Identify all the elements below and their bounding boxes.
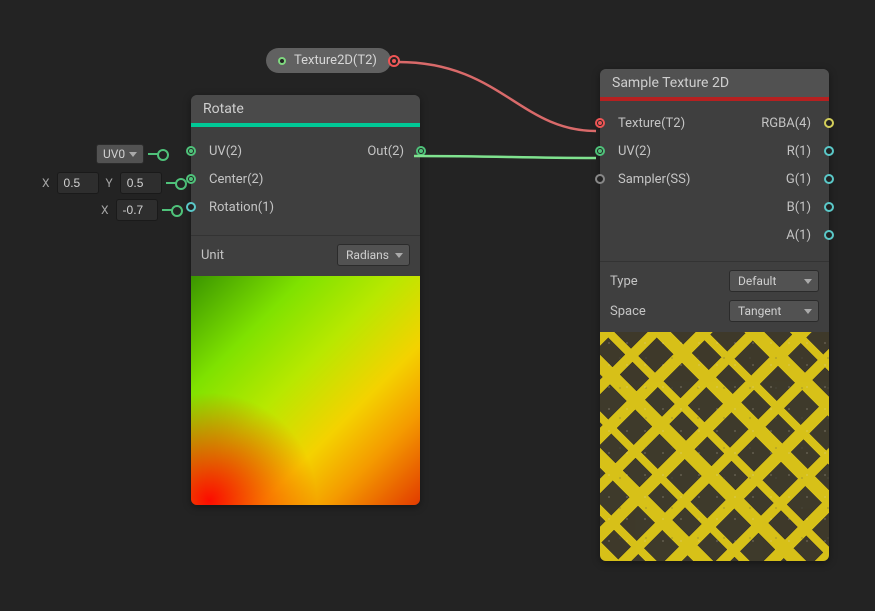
type-dropdown[interactable]: Default bbox=[729, 270, 819, 292]
property-pill-label: Texture2D(T2) bbox=[294, 53, 377, 68]
port-in-icon[interactable] bbox=[186, 202, 196, 212]
port-label: Center(2) bbox=[209, 172, 263, 187]
port-uv: UV(2) bbox=[191, 137, 306, 165]
center-y-input[interactable] bbox=[120, 172, 162, 194]
port-in-icon[interactable] bbox=[186, 174, 196, 184]
rotate-node-title[interactable]: Rotate bbox=[191, 95, 420, 123]
port-rgba: RGBA(4) bbox=[710, 109, 829, 137]
slot-connector-icon bbox=[148, 153, 162, 155]
port-out-icon[interactable] bbox=[824, 146, 834, 156]
port-label: Texture(T2) bbox=[618, 116, 685, 131]
rotation-slot: X bbox=[98, 199, 176, 221]
port-texture: Texture(T2) bbox=[600, 109, 710, 137]
slot-connector-icon bbox=[166, 182, 180, 184]
space-dropdown[interactable]: Tangent bbox=[729, 300, 819, 322]
port-center: Center(2) bbox=[191, 165, 306, 193]
unit-dropdown[interactable]: Radians bbox=[337, 244, 410, 266]
rotate-node[interactable]: Rotate UV(2) Center(2) Rotation(1) Out(2… bbox=[191, 95, 420, 505]
center-x-input[interactable] bbox=[57, 172, 99, 194]
sample-preview bbox=[600, 332, 829, 561]
port-out-icon[interactable] bbox=[824, 230, 834, 240]
slot-connector-icon bbox=[162, 209, 176, 211]
port-label: Out(2) bbox=[367, 144, 404, 159]
port-out: Out(2) bbox=[306, 137, 421, 165]
space-label: Space bbox=[610, 304, 646, 319]
port-label: R(1) bbox=[787, 144, 811, 159]
port-out-icon[interactable] bbox=[824, 118, 834, 128]
port-g: G(1) bbox=[710, 165, 829, 193]
port-label: RGBA(4) bbox=[761, 116, 811, 131]
port-in-icon[interactable] bbox=[595, 174, 605, 184]
port-label: UV(2) bbox=[618, 144, 651, 159]
uv-channel-dropdown[interactable]: UV0 bbox=[96, 144, 144, 164]
sample-node-title[interactable]: Sample Texture 2D bbox=[600, 69, 829, 97]
x-label: X bbox=[39, 176, 53, 190]
port-in-icon[interactable] bbox=[186, 146, 196, 156]
port-label: Rotation(1) bbox=[209, 200, 274, 215]
port-label: A(1) bbox=[786, 228, 811, 243]
center-xy-slot: X Y bbox=[39, 172, 180, 194]
port-r: R(1) bbox=[710, 137, 829, 165]
port-out-texture2d[interactable] bbox=[388, 55, 400, 67]
unit-label: Unit bbox=[201, 248, 224, 263]
property-pill-texture2d[interactable]: Texture2D(T2) bbox=[266, 48, 391, 73]
type-row: Type Default bbox=[600, 261, 829, 300]
port-out-icon[interactable] bbox=[824, 174, 834, 184]
port-label: Sampler(SS) bbox=[618, 172, 690, 187]
port-rotation: Rotation(1) bbox=[191, 193, 306, 221]
sample-texture-2d-node[interactable]: Sample Texture 2D Texture(T2) UV(2) Samp… bbox=[600, 69, 829, 561]
sample-ports: Texture(T2) UV(2) Sampler(SS) RGBA(4) R(… bbox=[600, 101, 829, 261]
port-label: UV(2) bbox=[209, 144, 242, 159]
port-sampler: Sampler(SS) bbox=[600, 165, 710, 193]
port-out-icon[interactable] bbox=[824, 202, 834, 212]
port-uv: UV(2) bbox=[600, 137, 710, 165]
port-label: B(1) bbox=[787, 200, 811, 215]
uv-channel-slot: UV0 bbox=[96, 144, 162, 164]
rotate-preview bbox=[191, 276, 420, 505]
port-a: A(1) bbox=[710, 221, 829, 249]
unit-row: Unit Radians bbox=[191, 235, 420, 274]
port-in-icon bbox=[278, 57, 286, 65]
rotation-input[interactable] bbox=[116, 199, 158, 221]
port-in-icon[interactable] bbox=[595, 146, 605, 156]
space-row: Space Tangent bbox=[600, 300, 829, 330]
port-b: B(1) bbox=[710, 193, 829, 221]
port-out-icon[interactable] bbox=[416, 146, 426, 156]
type-label: Type bbox=[610, 274, 638, 289]
x-label: X bbox=[98, 203, 112, 217]
port-in-icon[interactable] bbox=[595, 118, 605, 128]
rotate-ports: UV(2) Center(2) Rotation(1) Out(2) bbox=[191, 127, 420, 221]
y-label: Y bbox=[103, 176, 116, 190]
port-label: G(1) bbox=[786, 172, 811, 187]
